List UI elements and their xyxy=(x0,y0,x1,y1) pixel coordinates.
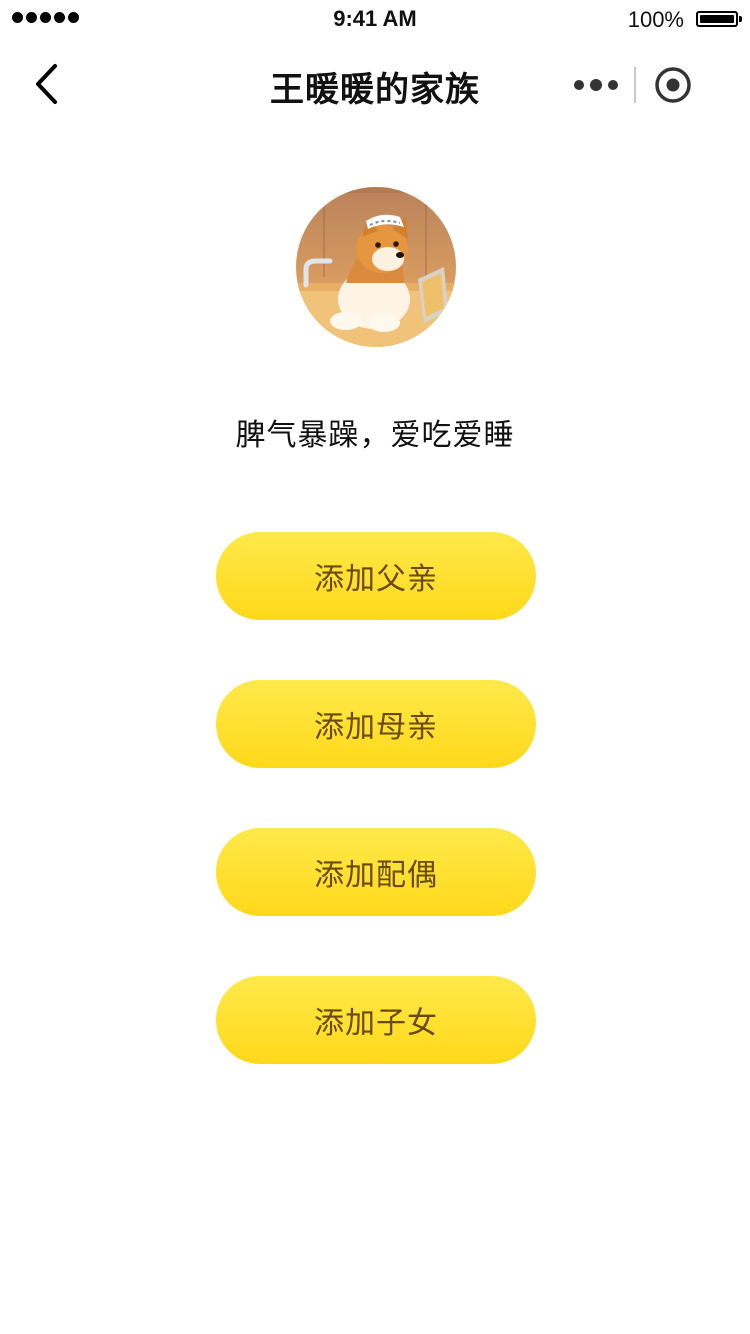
add-mother-button[interactable]: 添加母亲 xyxy=(216,680,536,768)
add-father-button[interactable]: 添加父亲 xyxy=(216,532,536,620)
more-dots-icon xyxy=(574,78,618,91)
dog-avatar xyxy=(296,187,456,347)
status-bar: 9:41 AM 100% xyxy=(0,0,750,40)
action-buttons: 添加父亲 添加母亲 添加配偶 添加子女 xyxy=(216,532,536,1124)
add-spouse-button[interactable]: 添加配偶 xyxy=(216,828,536,916)
circle-target-icon xyxy=(655,67,691,103)
battery-percentage: 100% xyxy=(627,7,684,32)
add-children-button[interactable]: 添加子女 xyxy=(216,976,536,1064)
battery-icon xyxy=(696,11,742,27)
more-button[interactable] xyxy=(560,62,632,108)
mini-program-capsule xyxy=(560,62,710,108)
pet-bio: 脾气暴躁，爱吃爱睡 xyxy=(235,418,515,453)
navigation-bar: 王暖暖的家族 xyxy=(0,44,750,124)
close-button[interactable] xyxy=(636,62,710,108)
